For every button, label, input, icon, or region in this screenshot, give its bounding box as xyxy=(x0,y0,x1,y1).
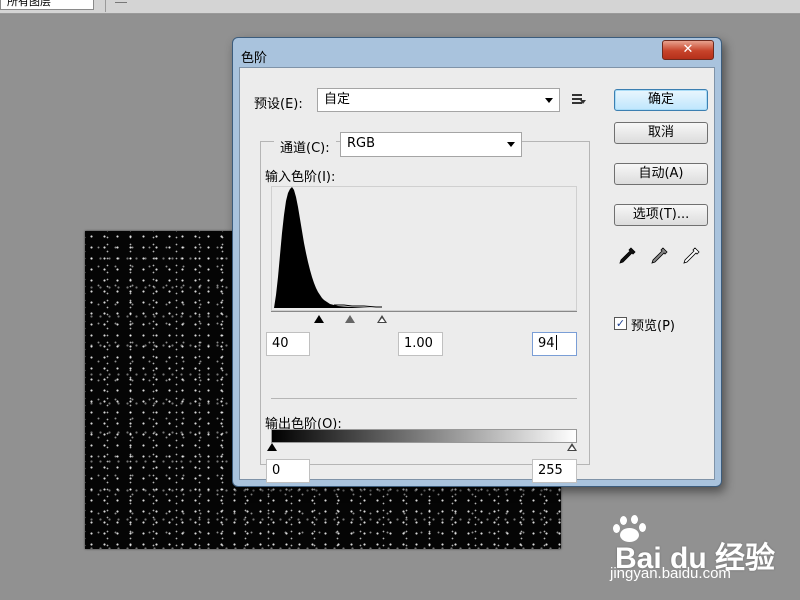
preset-options-icon[interactable] xyxy=(572,94,586,106)
output-black-slider[interactable] xyxy=(267,443,277,453)
auto-button[interactable]: 自动(A) xyxy=(614,163,708,185)
output-white-slider[interactable] xyxy=(567,443,577,453)
preset-label: 预设(E): xyxy=(254,97,303,112)
histogram xyxy=(271,186,577,311)
channel-select[interactable]: RGB xyxy=(340,132,522,157)
histogram-baseline xyxy=(271,311,577,312)
chevron-down-icon xyxy=(545,98,553,103)
output-white-field[interactable]: 255 xyxy=(532,459,577,483)
input-white-field[interactable]: 94 xyxy=(532,332,577,356)
options-button[interactable]: 选项(T)... xyxy=(614,204,708,226)
channel-value: RGB xyxy=(347,136,376,151)
gray-eyedropper-icon[interactable] xyxy=(648,245,670,267)
preset-select[interactable]: 自定 xyxy=(317,88,560,112)
preview-checkbox[interactable]: ✓ xyxy=(614,317,627,330)
input-black-slider[interactable] xyxy=(314,315,324,325)
dialog-title: 色阶 xyxy=(241,51,268,66)
cancel-button[interactable]: 取消 xyxy=(614,122,708,144)
text-caret xyxy=(555,335,557,350)
toolbar-divider xyxy=(105,0,106,12)
dialog-body: 预设(E): 自定 通道(C): RGB 输入色阶(I): 40 1.00 94… xyxy=(239,67,715,483)
layer-sample-select[interactable]: 所有图层 xyxy=(0,0,94,10)
ok-button[interactable]: 确定 xyxy=(614,89,708,111)
section-divider xyxy=(271,398,577,399)
chevron-down-icon xyxy=(507,142,515,147)
channel-label: 通道(C): xyxy=(274,137,336,156)
black-eyedropper-icon[interactable] xyxy=(616,245,638,267)
toolbar-tool-icon[interactable] xyxy=(115,0,127,3)
output-gradient-bar xyxy=(271,429,577,443)
output-black-field[interactable]: 0 xyxy=(266,459,310,483)
levels-dialog: 色阶 ✕ 预设(E): 自定 通道(C): RGB 输入色阶(I): 40 1.… xyxy=(232,37,722,487)
close-button[interactable]: ✕ xyxy=(662,40,714,60)
watermark-url: jingyan.baidu.com xyxy=(610,565,731,582)
input-gamma-field[interactable]: 1.00 xyxy=(398,332,443,356)
preview-label: 预览(P) xyxy=(631,319,675,334)
baidu-jingyan-watermark: Bai du 经验 jingyan.baidu.com xyxy=(610,515,790,585)
input-levels-label: 输入色阶(I): xyxy=(265,170,336,185)
input-white-value: 94 xyxy=(538,336,555,351)
input-gamma-slider[interactable] xyxy=(345,315,355,325)
white-eyedropper-icon[interactable] xyxy=(680,245,702,267)
input-white-slider[interactable] xyxy=(377,315,387,325)
histogram-graph xyxy=(274,187,382,308)
options-bar: 所有图层 xyxy=(0,0,800,14)
input-black-field[interactable]: 40 xyxy=(266,332,310,356)
preset-value: 自定 xyxy=(324,92,351,107)
